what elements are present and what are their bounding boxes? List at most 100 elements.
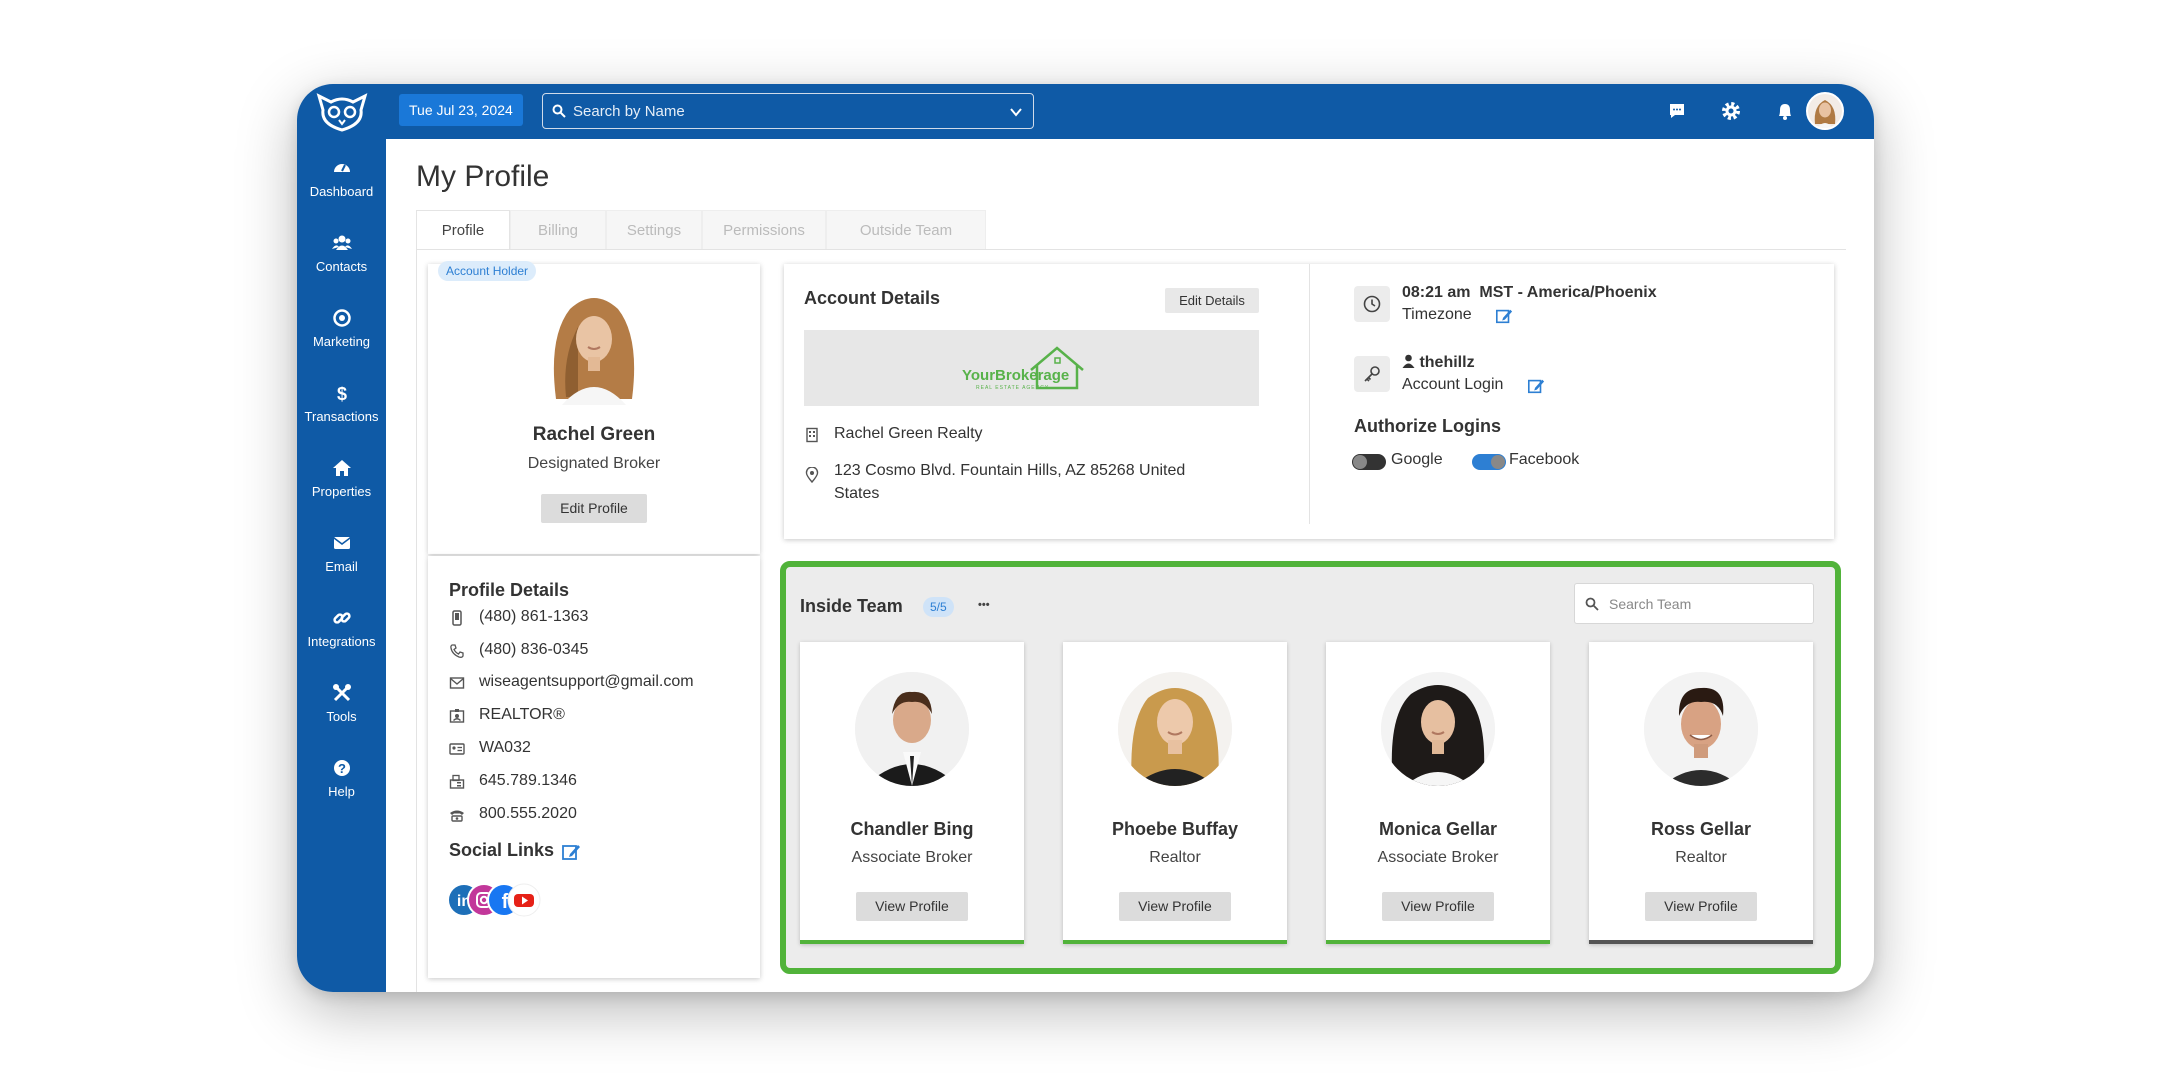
mobile-phone-icon [452,610,462,626]
sidebar-item-help[interactable]: ? Help [297,758,386,799]
google-label: Google [1391,451,1443,468]
member-name: Phoebe Buffay [1111,819,1239,839]
profile-photo [548,287,640,405]
facebook-label: Facebook [1509,451,1580,468]
sidebar-item-label: Contacts [315,259,368,274]
date-display[interactable]: Tue Jul 23, 2024 [399,94,523,126]
account-divider [1309,264,1310,524]
search-team-input[interactable]: Search Team [1574,583,1814,624]
member-name: Chandler Bing [850,819,974,839]
top-bar: Tue Jul 23, 2024 Search by Name [386,84,1874,139]
phone-value: (480) 836-0345 [479,641,589,658]
edit-login-icon[interactable] [1527,377,1545,395]
bell-icon[interactable] [1773,99,1797,123]
search-icon [1585,597,1599,611]
member-name: Monica Gellar [1378,819,1498,839]
sidebar-item-transactions[interactable]: $ Transactions [297,383,386,424]
address-value: 123 Cosmo Blvd. Fountain Hills, AZ 85268… [834,462,1186,502]
id-badge-icon [449,709,465,723]
sidebar-item-contacts[interactable]: Contacts [297,233,386,274]
edit-social-icon[interactable] [561,842,581,862]
email-value[interactable]: wiseagentsupport@gmail.com [479,673,694,691]
company-value: Rachel Green Realty [834,425,983,442]
phone-icon [450,644,464,658]
member-photo [855,672,969,786]
search-icon [552,104,566,118]
tab-profile[interactable]: Profile [416,210,510,250]
key-icon [1364,366,1380,382]
search-placeholder: Search by Name [573,103,685,120]
avatar-image [1808,94,1842,128]
view-profile-button[interactable]: View Profile [1645,892,1757,921]
sidebar-item-integrations[interactable]: Integrations [297,608,386,649]
brand-tagline: REAL ESTATE AGENCY [976,385,1050,391]
sidebar-item-tools[interactable]: Tools [297,683,386,724]
page-title: My Profile [416,160,550,193]
owl-logo-icon[interactable] [315,92,369,132]
clock-icon [1363,295,1381,313]
edit-profile-button[interactable]: Edit Profile [541,494,647,523]
sidebar-item-marketing[interactable]: Marketing [297,308,386,349]
fax-icon [449,774,465,789]
timezone-name: MST - America/Phoenix [1479,284,1657,301]
sidebar-item-label: Properties [311,484,372,499]
youtube-icon[interactable] [507,883,541,917]
marketing-icon [332,309,351,327]
edit-details-button[interactable]: Edit Details [1165,288,1259,313]
view-profile-button[interactable]: View Profile [856,892,968,921]
inside-team-section: Inside Team 5/5 ••• Search Team Chandler… [780,561,1841,974]
account-username: thehillz [1402,354,1475,372]
user-avatar[interactable] [1806,92,1844,130]
member-portrait [855,672,969,786]
view-profile-button[interactable]: View Profile [1119,892,1231,921]
svg-text:$: $ [336,384,346,403]
dollar-icon: $ [336,384,346,403]
account-login-label: Account Login [1402,376,1504,393]
svg-text:f: f [502,891,509,913]
team-member-card: Monica Gellar Associate Broker View Prof… [1326,642,1550,944]
team-member-card: Chandler Bing Associate Broker View Prof… [800,642,1024,944]
sidebar-item-dashboard[interactable]: Dashboard [297,158,386,199]
timezone-label: Timezone [1402,306,1472,323]
envelope-icon [333,537,350,549]
toggle-knob [1491,455,1505,469]
member-photo [1118,672,1232,786]
toll-free-value: 800.555.2020 [479,805,577,822]
member-accent-bar [1589,940,1813,944]
member-accent-bar [800,940,1024,944]
account-holder-badge: Account Holder [438,261,537,281]
sidebar: Dashboard Contacts Marketing $ Transacti… [297,84,386,992]
team-count-badge: 5/5 [923,597,954,617]
envelope-icon [449,677,465,689]
sidebar-item-label: Email [325,559,358,574]
key-icon-box [1354,356,1390,392]
sidebar-item-properties[interactable]: Properties [297,458,386,499]
gear-icon[interactable] [1719,99,1743,123]
telephone-icon [450,810,464,822]
social-links-heading: Social Links [449,840,555,860]
view-profile-button[interactable]: View Profile [1382,892,1494,921]
tab-outside-team[interactable]: Outside Team [826,210,986,250]
chat-icon[interactable] [1665,99,1689,123]
team-member-card: Ross Gellar Realtor View Profile [1589,642,1813,944]
tab-permissions[interactable]: Permissions [702,210,826,250]
edit-timezone-icon[interactable] [1495,307,1513,325]
home-icon [332,460,351,476]
tab-billing[interactable]: Billing [510,210,606,250]
facebook-toggle[interactable] [1472,454,1506,470]
member-role: Associate Broker [851,849,973,866]
tab-divider [416,249,1846,250]
search-by-name-input[interactable]: Search by Name [542,93,1034,129]
google-toggle[interactable] [1352,454,1386,470]
sidebar-item-label: Integrations [307,634,376,649]
member-role: Associate Broker [1377,849,1499,866]
svg-text:?: ? [338,761,346,776]
tab-settings[interactable]: Settings [606,210,702,250]
more-options-icon[interactable]: ••• [978,599,990,611]
help-icon: ? [333,760,350,776]
mobile-phone-value: (480) 861-1363 [479,608,589,625]
current-time: 08:21 am MST - America/Phoenix [1402,284,1657,302]
sidebar-item-email[interactable]: Email [297,533,386,574]
profile-details-heading: Profile Details [449,580,570,600]
tools-icon [332,684,351,702]
